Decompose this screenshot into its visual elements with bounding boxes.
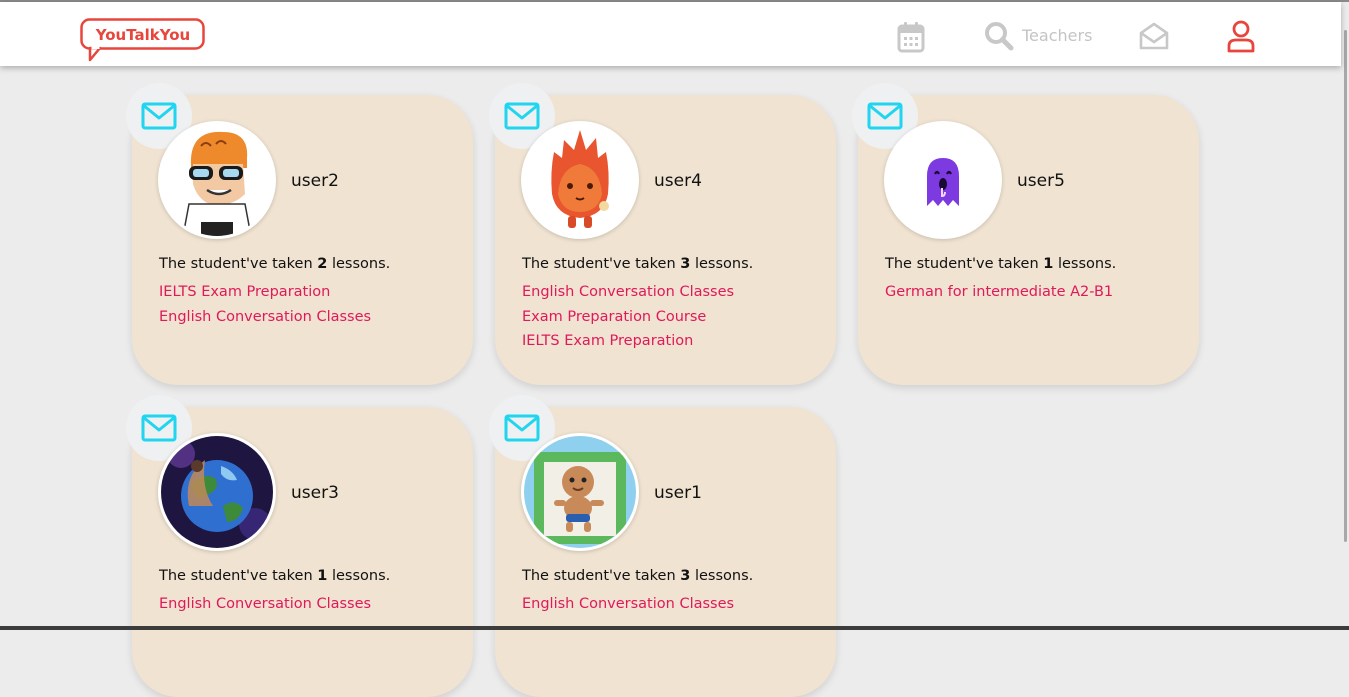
course-list: German for intermediate A2-B1 [885, 280, 1113, 305]
lesson-count: 1 [317, 568, 328, 584]
envelope-icon [141, 102, 177, 130]
course-link[interactable]: IELTS Exam Preparation [522, 329, 734, 354]
window-bottom-border [0, 626, 1349, 630]
avatar [158, 433, 276, 551]
course-link[interactable]: German for intermediate A2-B1 [885, 280, 1113, 305]
course-list: English Conversation Classes [159, 592, 371, 617]
student-card: user3 The student've taken 1 lessons. En… [126, 395, 473, 697]
student-card: user2 The student've taken 2 lessons. IE… [126, 83, 473, 385]
avatar [521, 433, 639, 551]
youtalkyou-logo[interactable]: YouTalkYou [80, 18, 206, 64]
avatar-cartoon-boy-glasses [161, 124, 273, 236]
course-link[interactable]: English Conversation Classes [522, 280, 734, 305]
lessons-taken-text: The student've taken 1 lessons. [159, 568, 391, 584]
top-navbar: YouTalkYou Teachers [0, 2, 1341, 66]
search-icon[interactable] [984, 21, 1014, 51]
lesson-count: 2 [317, 256, 328, 272]
student-card: user4 The student've taken 3 lessons. En… [489, 83, 836, 385]
course-link[interactable]: English Conversation Classes [159, 592, 371, 617]
logo-text: YouTalkYou [95, 26, 190, 44]
calendar-icon[interactable] [897, 21, 925, 53]
avatar-cartoon-baby [524, 436, 636, 548]
student-username[interactable]: user5 [1017, 171, 1065, 191]
avatar [158, 121, 276, 239]
lesson-count: 1 [1043, 256, 1054, 272]
course-list: English Conversation Classes [522, 592, 734, 617]
student-username[interactable]: user4 [654, 171, 702, 191]
course-link[interactable]: English Conversation Classes [159, 305, 371, 330]
avatar-purple-ghost [887, 124, 999, 236]
course-list: English Conversation Classes Exam Prepar… [522, 280, 734, 354]
avatar [884, 121, 1002, 239]
student-username[interactable]: user2 [291, 171, 339, 191]
lessons-taken-text: The student've taken 3 lessons. [522, 256, 754, 272]
envelope-icon [867, 102, 903, 130]
student-username[interactable]: user1 [654, 483, 702, 503]
envelope-icon [504, 102, 540, 130]
course-list: IELTS Exam Preparation English Conversat… [159, 280, 371, 329]
mail-open-icon[interactable] [1138, 20, 1170, 52]
course-link[interactable]: Exam Preparation Course [522, 305, 734, 330]
lesson-count: 3 [680, 256, 691, 272]
student-card: user1 The student've taken 3 lessons. En… [489, 395, 836, 697]
course-link[interactable]: IELTS Exam Preparation [159, 280, 371, 305]
lessons-taken-text: The student've taken 2 lessons. [159, 256, 391, 272]
envelope-icon [504, 414, 540, 442]
page-scrollbar-thumb[interactable] [1344, 30, 1347, 542]
lessons-taken-text: The student've taken 1 lessons. [885, 256, 1117, 272]
nav-teachers-link[interactable]: Teachers [1022, 26, 1092, 45]
avatar-fire-character [524, 124, 636, 236]
lesson-count: 3 [680, 568, 691, 584]
student-card: user5 The student've taken 1 lessons. Ge… [852, 83, 1199, 385]
envelope-icon [141, 414, 177, 442]
lessons-taken-text: The student've taken 3 lessons. [522, 568, 754, 584]
avatar [521, 121, 639, 239]
avatar-planet-earth [161, 436, 273, 548]
course-link[interactable]: English Conversation Classes [522, 592, 734, 617]
user-profile-icon[interactable] [1226, 20, 1256, 54]
student-username[interactable]: user3 [291, 483, 339, 503]
